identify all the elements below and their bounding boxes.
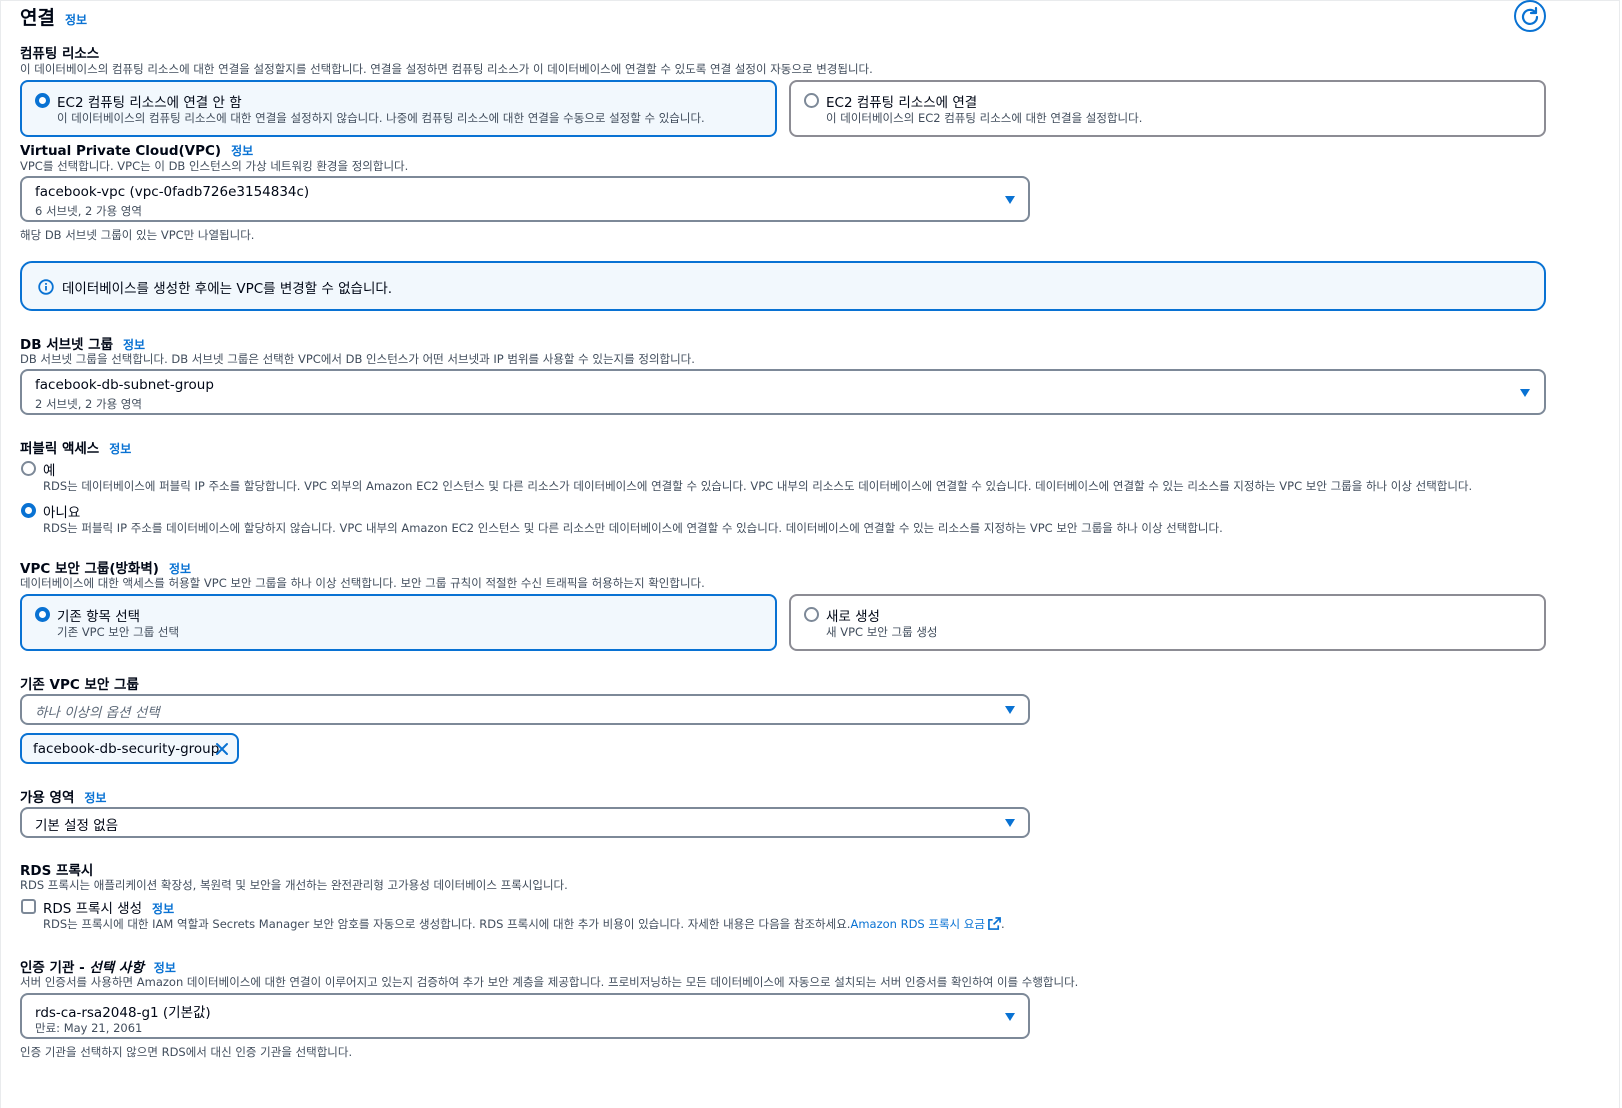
radio-selected-icon[interactable] [21, 503, 36, 518]
compute-option-description: 이 데이터베이스의 EC2 컴퓨팅 리소스에 대한 연결을 설정합니다. [826, 111, 1143, 125]
proxy-checkbox-label[interactable]: RDS 프록시 생성 [43, 901, 142, 917]
info-icon [38, 279, 54, 295]
az-select[interactable]: 기본 설정 없음 [20, 807, 1030, 838]
existing-sg-placeholder: 하나 이상의 옵션 선택 [35, 705, 160, 721]
az-info-link[interactable]: 정보 [84, 791, 106, 805]
proxy-info-link[interactable]: 정보 [152, 902, 174, 916]
compute-option-no-connect[interactable]: EC2 컴퓨팅 리소스에 연결 안 함 이 데이터베이스의 컴퓨팅 리소스에 대… [20, 80, 777, 137]
proxy-description: RDS 프록시는 애플리케이션 확장성, 복원력 및 보안을 개선하는 완전관리… [20, 878, 568, 892]
vpc-description: VPC를 선택합니다. VPC는 이 DB 인스턴스의 가상 네트워킹 환경을 … [20, 159, 409, 173]
compute-option-description: 이 데이터베이스의 컴퓨팅 리소스에 대한 연결을 설정하지 않습니다. 나중에… [57, 111, 705, 125]
ca-info-link[interactable]: 정보 [154, 961, 176, 975]
radio-unselected-icon[interactable] [804, 93, 819, 108]
public-access-yes[interactable]: 예 RDS는 데이터베이스에 퍼블릭 IP 주소를 할당합니다. VPC 외부의… [20, 459, 1580, 499]
ca-hint: 인증 기관을 선택하지 않으면 RDS에서 대신 인증 기관을 선택합니다. [20, 1045, 353, 1059]
subnet-select-sub: 2 서브넷, 2 가용 영역 [35, 397, 142, 411]
radio-selected-icon[interactable] [35, 93, 50, 108]
subnet-label-row: DB 서브넷 그룹 정보 [20, 333, 145, 353]
vpc-info-alert: 데이터베이스를 생성한 후에는 VPC를 변경할 수 없습니다. [20, 261, 1546, 311]
section-title: 연결 [20, 7, 55, 29]
radio-unselected-icon[interactable] [804, 607, 819, 622]
external-link-icon[interactable] [988, 917, 1001, 930]
subnet-select-value: facebook-db-subnet-group [35, 377, 214, 393]
subnet-description: DB 서브넷 그룹을 선택합니다. DB 서브넷 그룹은 선택한 VPC에서 D… [20, 352, 695, 366]
header-info-link[interactable]: 정보 [65, 13, 87, 27]
public-access-option-description: RDS는 퍼블릭 IP 주소를 데이터베이스에 할당하지 않습니다. VPC 내… [43, 521, 1223, 535]
vpc-select-value: facebook-vpc (vpc-0fadb726e3154834c) [35, 184, 310, 200]
security-group-info-link[interactable]: 정보 [169, 562, 191, 576]
security-group-option-description: 새 VPC 보안 그룹 생성 [826, 625, 938, 639]
ca-description: 서버 인증서를 사용하면 Amazon 데이터베이스에 대한 연결이 이루어지고… [20, 975, 1079, 989]
caret-down-icon [1005, 1013, 1015, 1021]
security-group-option-existing[interactable]: 기존 항목 선택 기존 VPC 보안 그룹 선택 [20, 594, 777, 651]
radio-selected-icon[interactable] [35, 607, 50, 622]
vpc-select[interactable]: facebook-vpc (vpc-0fadb726e3154834c) 6 서… [20, 176, 1030, 222]
section-header: 연결 정보 [20, 3, 87, 30]
public-access-label: 퍼블릭 액세스 [20, 441, 100, 457]
compute-option-connect[interactable]: EC2 컴퓨팅 리소스에 연결 이 데이터베이스의 EC2 컴퓨팅 리소스에 대… [789, 80, 1546, 137]
security-group-option-title: 기존 항목 선택 [57, 609, 141, 625]
caret-down-icon [1520, 389, 1530, 397]
compute-label: 컴퓨팅 리소스 [20, 46, 100, 62]
existing-sg-multiselect[interactable]: 하나 이상의 옵션 선택 [20, 694, 1030, 725]
proxy-checkbox-desc-row: RDS는 프록시에 대한 IAM 역할과 Secrets Manager 보안 … [43, 916, 1005, 932]
proxy-checkbox-desc: RDS는 프록시에 대한 IAM 역할과 Secrets Manager 보안 … [43, 917, 851, 931]
vpc-hint: 해당 DB 서브넷 그룹이 있는 VPC만 나열됩니다. [20, 228, 255, 242]
vpc-select-sub: 6 서브넷, 2 가용 영역 [35, 204, 142, 218]
vpc-info-link[interactable]: 정보 [231, 144, 253, 158]
caret-down-icon [1005, 819, 1015, 827]
subnet-info-link[interactable]: 정보 [123, 338, 145, 352]
security-group-token: facebook-db-security-group [20, 733, 239, 764]
ca-select-value: rds-ca-rsa2048-g1 (기본값) [35, 1005, 211, 1021]
az-select-value: 기본 설정 없음 [35, 818, 119, 834]
proxy-pricing-link[interactable]: Amazon RDS 프록시 요금 [850, 917, 985, 931]
caret-down-icon [1005, 706, 1015, 714]
refresh-icon[interactable] [1514, 0, 1546, 32]
ca-label-row: 인증 기관 - 선택 사항 정보 [20, 956, 176, 976]
public-access-no[interactable]: 아니요 RDS는 퍼블릭 IP 주소를 데이터베이스에 할당하지 않습니다. V… [20, 501, 1580, 541]
public-access-option-description: RDS는 데이터베이스에 퍼블릭 IP 주소를 할당합니다. VPC 외부의 A… [43, 479, 1473, 493]
proxy-label: RDS 프록시 [20, 863, 94, 879]
ca-select-sub: 만료: May 21, 2061 [35, 1021, 143, 1035]
az-label: 가용 영역 [20, 790, 75, 806]
compute-description: 이 데이터베이스의 컴퓨팅 리소스에 대한 연결을 설정할지를 선택합니다. 연… [20, 62, 873, 76]
compute-option-title: EC2 컴퓨팅 리소스에 연결 [826, 95, 978, 111]
public-access-label-row: 퍼블릭 액세스 정보 [20, 437, 131, 457]
security-group-option-title: 새로 생성 [826, 609, 880, 625]
public-access-option-title: 아니요 [43, 505, 81, 521]
proxy-checkbox[interactable] [21, 899, 36, 914]
vpc-label-row: Virtual Private Cloud(VPC) 정보 [20, 140, 253, 159]
compute-option-title: EC2 컴퓨팅 리소스에 연결 안 함 [57, 95, 242, 111]
security-group-option-description: 기존 VPC 보안 그룹 선택 [57, 625, 180, 639]
public-access-option-title: 예 [43, 463, 56, 479]
radio-unselected-icon[interactable] [21, 461, 36, 476]
caret-down-icon [1005, 196, 1015, 204]
alert-text: 데이터베이스를 생성한 후에는 VPC를 변경할 수 없습니다. [62, 281, 393, 297]
az-label-row: 가용 영역 정보 [20, 786, 106, 806]
proxy-period: . [1000, 917, 1005, 931]
subnet-select[interactable]: facebook-db-subnet-group 2 서브넷, 2 가용 영역 [20, 369, 1546, 415]
close-icon[interactable] [215, 742, 229, 756]
vpc-label: Virtual Private Cloud(VPC) [20, 143, 222, 159]
security-group-description: 데이터베이스에 대한 액세스를 허용할 VPC 보안 그룹을 하나 이상 선택합… [20, 576, 705, 590]
security-group-label-row: VPC 보안 그룹(방화벽) 정보 [20, 557, 191, 577]
existing-sg-label: 기존 VPC 보안 그룹 [20, 677, 139, 693]
security-group-option-new[interactable]: 새로 생성 새 VPC 보안 그룹 생성 [789, 594, 1546, 651]
proxy-checkbox-label-row: RDS 프록시 생성 정보 [43, 897, 174, 917]
proxy-checkbox-row: RDS 프록시 생성 정보 RDS는 프록시에 대한 IAM 역할과 Secret… [20, 897, 1220, 933]
public-access-info-link[interactable]: 정보 [109, 442, 131, 456]
ca-select[interactable]: rds-ca-rsa2048-g1 (기본값) 만료: May 21, 2061 [20, 993, 1030, 1039]
token-label: facebook-db-security-group [33, 741, 220, 757]
